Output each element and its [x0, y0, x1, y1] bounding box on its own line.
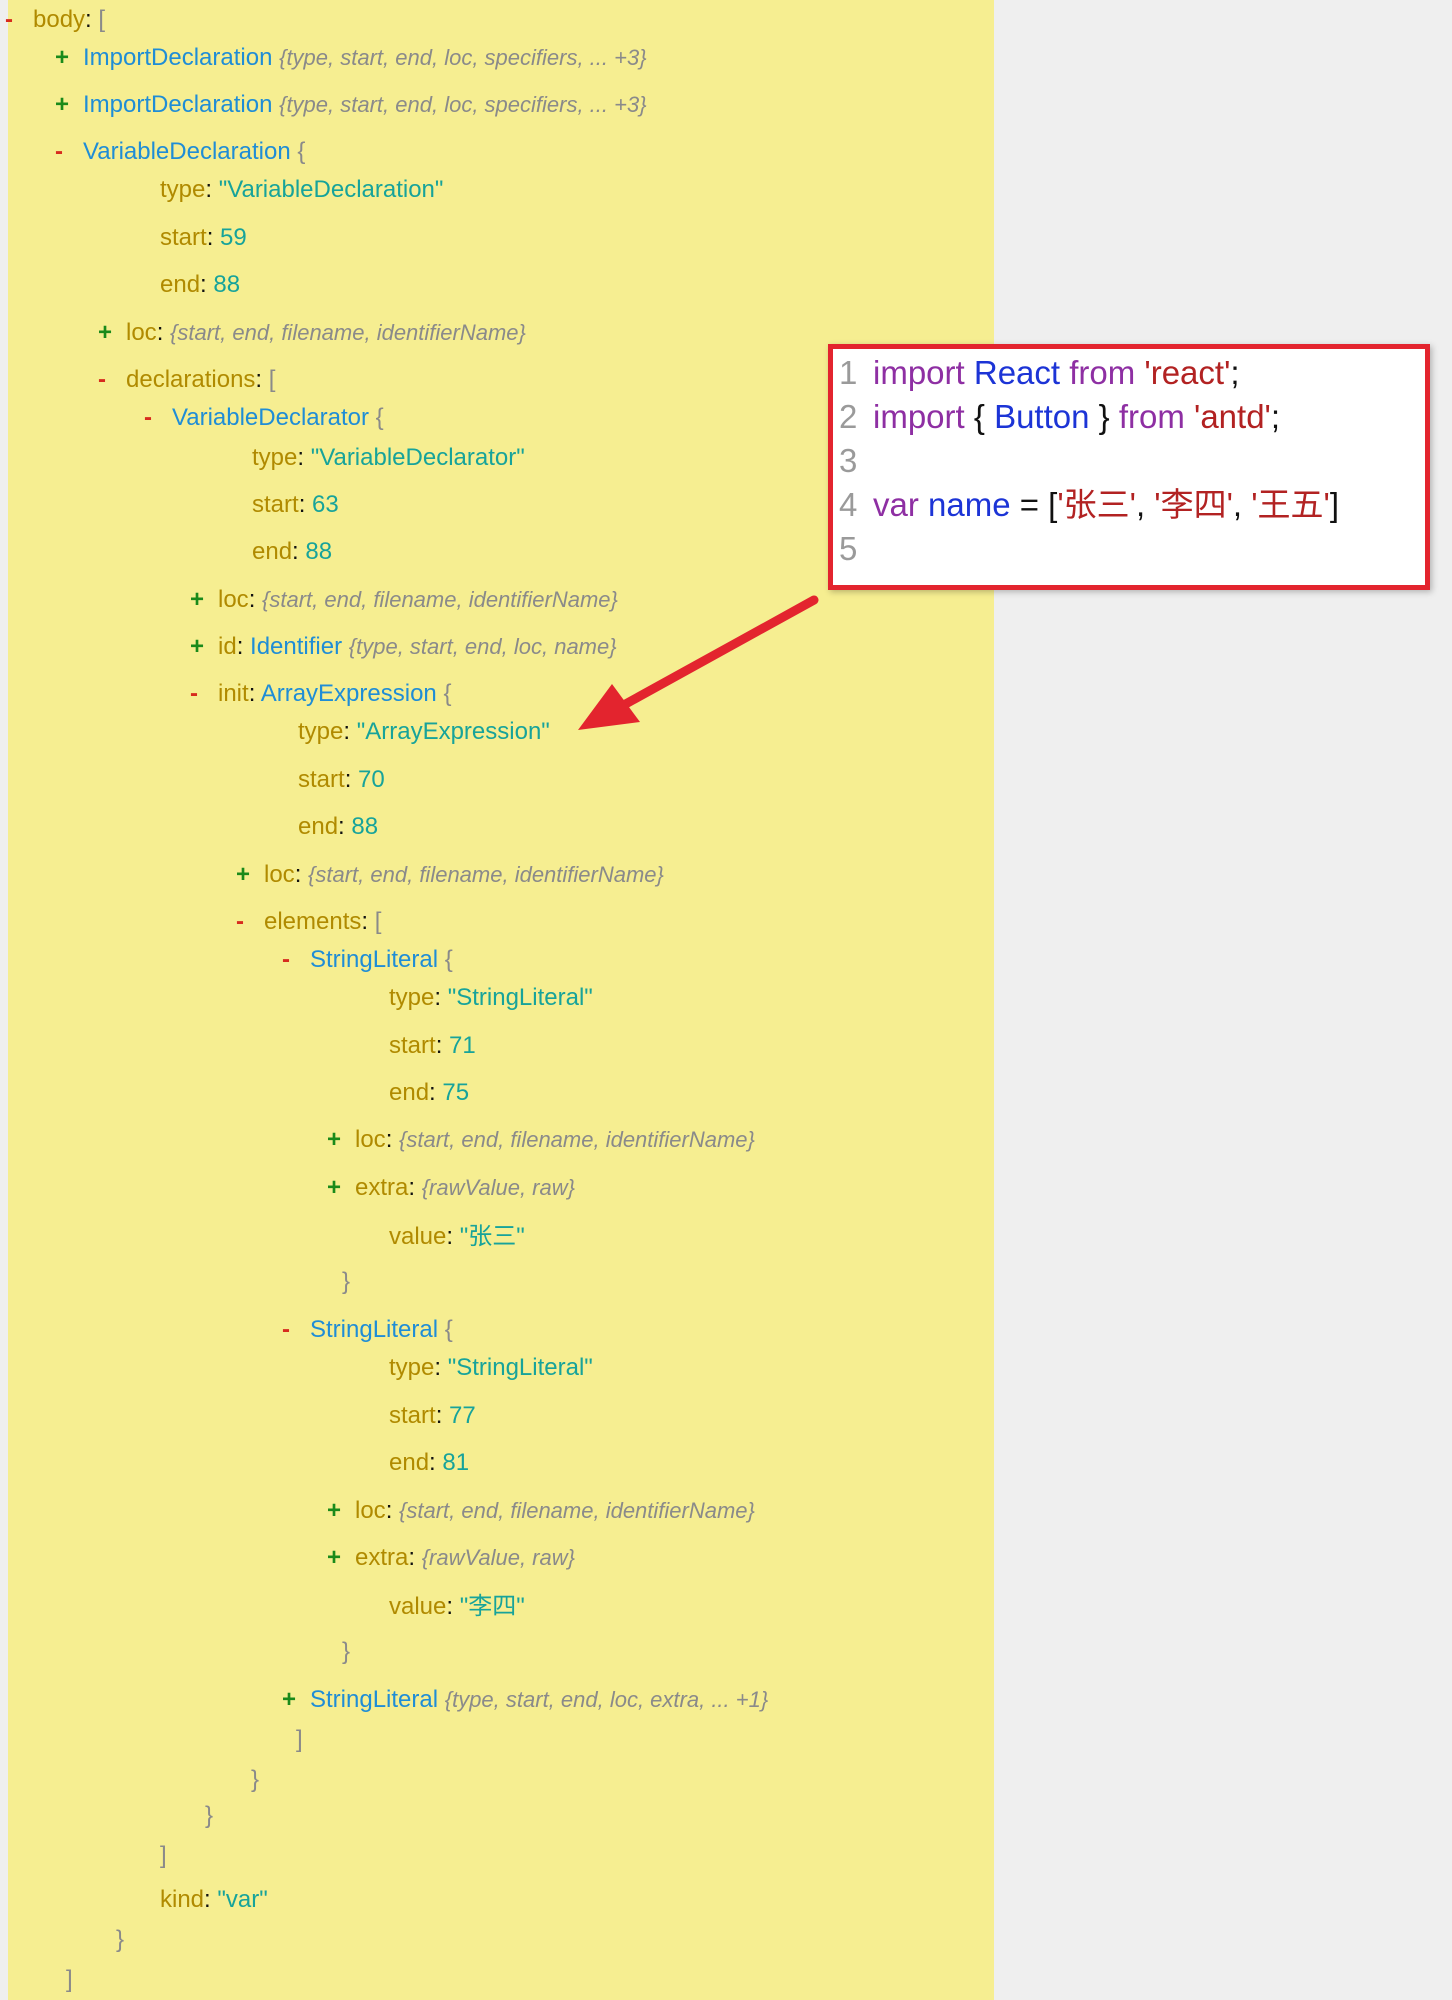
pointer-arrow — [578, 595, 819, 730]
